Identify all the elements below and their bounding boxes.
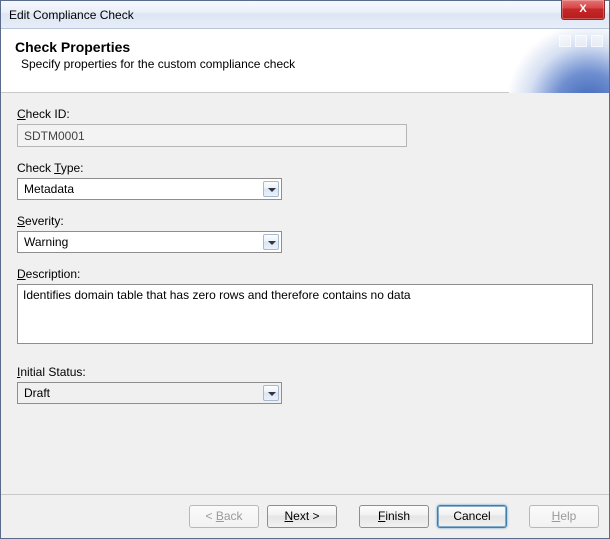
header-title: Check Properties bbox=[15, 39, 595, 55]
cancel-button[interactable]: Cancel bbox=[437, 505, 507, 528]
finish-button[interactable]: Finish bbox=[359, 505, 429, 528]
dialog-window: Edit Compliance Check X Check Properties… bbox=[0, 0, 610, 539]
dialog-header: Check Properties Specify properties for … bbox=[1, 29, 609, 93]
back-button: < Back bbox=[189, 505, 259, 528]
button-bar: < Back Next > Finish Cancel Help bbox=[1, 494, 609, 538]
titlebar: Edit Compliance Check X bbox=[1, 1, 609, 29]
initial-status-value: Draft bbox=[24, 386, 50, 400]
severity-value: Warning bbox=[24, 235, 68, 249]
chevron-down-icon bbox=[263, 234, 279, 250]
description-field: Description: bbox=[17, 267, 593, 347]
next-button[interactable]: Next > bbox=[267, 505, 337, 528]
help-button: Help bbox=[529, 505, 599, 528]
check-type-field: Check Type: Metadata bbox=[17, 161, 593, 200]
check-type-select[interactable]: Metadata bbox=[17, 178, 282, 200]
header-squares-icon bbox=[559, 35, 603, 47]
severity-field: Severity: Warning bbox=[17, 214, 593, 253]
chevron-down-icon bbox=[263, 385, 279, 401]
window-title: Edit Compliance Check bbox=[1, 8, 134, 22]
initial-status-select[interactable]: Draft bbox=[17, 382, 282, 404]
description-textarea[interactable] bbox=[17, 284, 593, 344]
check-type-label: Check Type: bbox=[17, 161, 593, 175]
header-graphic bbox=[509, 29, 609, 93]
header-subtitle: Specify properties for the custom compli… bbox=[15, 57, 595, 71]
close-button[interactable]: X bbox=[561, 0, 605, 20]
check-id-label: Check ID: bbox=[17, 107, 593, 121]
chevron-down-icon bbox=[263, 181, 279, 197]
content-area: Check ID: Check Type: Metadata Severity:… bbox=[1, 93, 609, 494]
initial-status-label: Initial Status: bbox=[17, 365, 593, 379]
description-label: Description: bbox=[17, 267, 593, 281]
severity-label: Severity: bbox=[17, 214, 593, 228]
check-type-value: Metadata bbox=[24, 182, 74, 196]
check-id-field: Check ID: bbox=[17, 107, 593, 147]
check-id-input[interactable] bbox=[17, 124, 407, 147]
initial-status-field: Initial Status: Draft bbox=[17, 365, 593, 404]
severity-select[interactable]: Warning bbox=[17, 231, 282, 253]
